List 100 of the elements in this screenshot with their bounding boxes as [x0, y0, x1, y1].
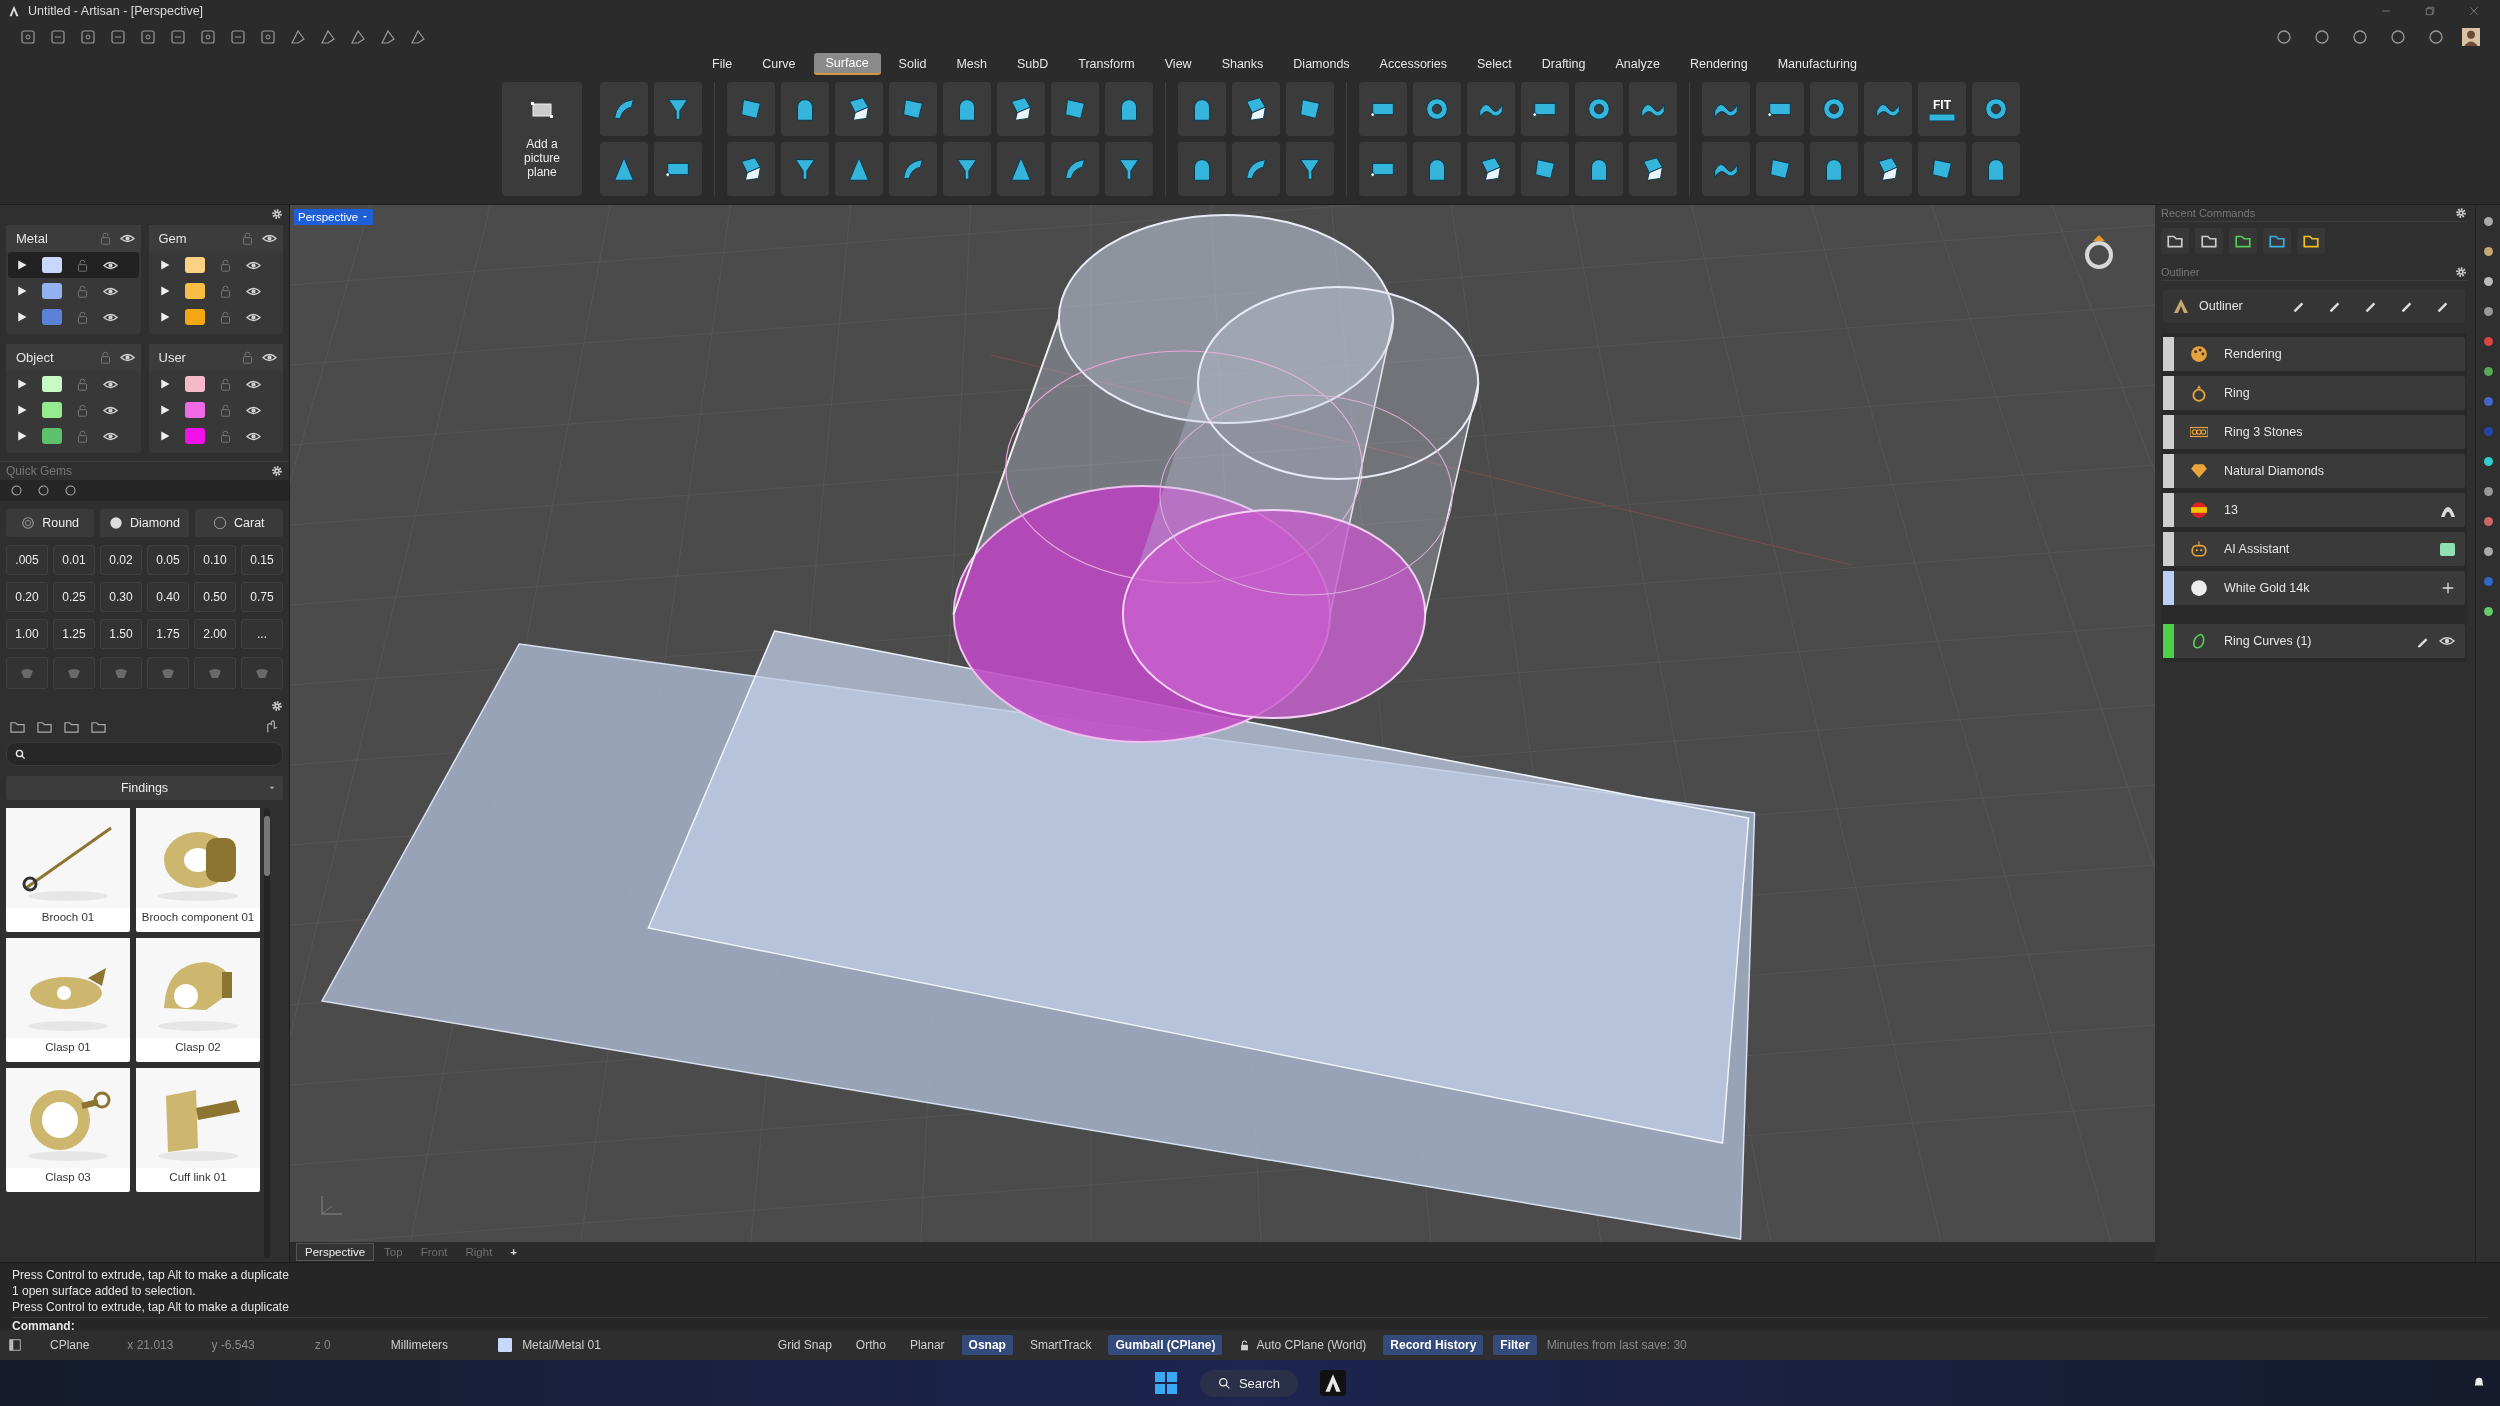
panel-icon[interactable] — [8, 1338, 22, 1352]
tool-button[interactable] — [1864, 142, 1912, 196]
tool-button[interactable] — [1702, 142, 1750, 196]
settings-icon[interactable] — [2455, 266, 2467, 278]
tool-button[interactable] — [1105, 142, 1153, 196]
size-button[interactable]: 0.10 — [194, 545, 236, 575]
toolbar-button[interactable] — [380, 29, 396, 45]
lock-icon[interactable] — [218, 258, 232, 272]
recent-command-button[interactable] — [2229, 228, 2257, 254]
library-item[interactable]: Clasp 01 — [6, 938, 130, 1062]
size-button[interactable]: 0.05 — [147, 545, 189, 575]
color-swatch[interactable] — [184, 309, 205, 325]
lock-icon[interactable] — [76, 310, 89, 324]
play-icon[interactable] — [158, 378, 171, 390]
viewport-label[interactable]: Perspective — [294, 209, 374, 225]
tool-button[interactable] — [1972, 82, 2020, 136]
status-toggle[interactable]: Ortho — [848, 1335, 893, 1355]
play-icon[interactable] — [158, 259, 171, 271]
play-icon[interactable] — [16, 259, 28, 271]
tool-button[interactable] — [1629, 82, 1677, 136]
toolbar-button[interactable] — [320, 29, 336, 45]
play-icon[interactable] — [158, 311, 171, 323]
library-item[interactable]: Clasp 02 — [136, 938, 260, 1062]
play-icon[interactable] — [16, 404, 28, 416]
settings-icon[interactable] — [2455, 207, 2467, 219]
add-view-button[interactable]: + — [502, 1244, 526, 1260]
color-swatch[interactable] — [184, 257, 205, 273]
play-icon[interactable] — [16, 285, 28, 297]
lock-icon[interactable] — [76, 403, 89, 417]
menu-tab[interactable]: View — [1152, 54, 1204, 74]
viewport-tab[interactable]: Perspective — [296, 1243, 375, 1261]
tool-button[interactable] — [1575, 82, 1623, 136]
menu-tab[interactable]: Rendering — [1678, 54, 1760, 74]
tool-button[interactable] — [1286, 82, 1334, 136]
outliner-item[interactable]: Natural Diamonds — [2163, 454, 2465, 488]
play-icon[interactable] — [16, 430, 28, 442]
tool-button[interactable] — [1918, 142, 1966, 196]
color-swatch[interactable] — [184, 376, 205, 392]
outliner-item[interactable]: Ring — [2163, 376, 2465, 410]
tool-button[interactable] — [1521, 82, 1569, 136]
tool-button[interactable] — [997, 82, 1045, 136]
tool-button[interactable] — [1105, 82, 1153, 136]
status-toggle[interactable]: Auto CPlane (World) — [1232, 1335, 1374, 1355]
layer-label[interactable]: Metal/Metal 01 — [522, 1338, 601, 1352]
tool-button[interactable] — [1756, 82, 1804, 136]
size-button[interactable]: 0.15 — [241, 545, 283, 575]
recent-command-button[interactable] — [2195, 228, 2223, 254]
size-button[interactable]: ... — [241, 619, 283, 649]
menu-tab[interactable]: Shanks — [1209, 54, 1276, 74]
tool-button[interactable] — [1413, 82, 1461, 136]
tool-button[interactable] — [835, 142, 883, 196]
tool-button[interactable] — [654, 142, 702, 196]
color-swatch[interactable] — [42, 309, 62, 325]
settings-icon[interactable] — [271, 208, 283, 220]
tool-button[interactable] — [1972, 142, 2020, 196]
picture-plane-button[interactable]: Add a picture plane — [502, 82, 582, 196]
library-item[interactable]: Clasp 03 — [6, 1068, 130, 1192]
outliner-item[interactable]: 13 — [2163, 493, 2465, 527]
tool-button[interactable] — [1629, 142, 1677, 196]
status-toggle[interactable]: Osnap — [961, 1335, 1013, 1355]
avatar-icon[interactable] — [2462, 28, 2480, 46]
tool-button[interactable] — [889, 82, 937, 136]
lock-icon[interactable] — [76, 284, 89, 298]
units-label[interactable]: Millimeters — [390, 1338, 449, 1352]
layer-row[interactable] — [8, 252, 139, 278]
toolbar-button[interactable] — [80, 29, 96, 45]
play-icon[interactable] — [16, 378, 28, 390]
menu-tab[interactable]: Drafting — [1529, 54, 1598, 74]
tool-button[interactable] — [1413, 142, 1461, 196]
outliner-item[interactable]: Ring Curves (1) — [2163, 624, 2465, 658]
menu-tab[interactable]: Select — [1465, 54, 1524, 74]
cplane-label[interactable]: CPlane — [50, 1338, 90, 1352]
lock-icon[interactable] — [218, 284, 232, 298]
cut-dropdown[interactable]: Round — [6, 509, 95, 537]
recent-command-button[interactable] — [2297, 228, 2325, 254]
size-button[interactable]: 0.50 — [194, 582, 236, 612]
color-swatch[interactable] — [2440, 542, 2455, 556]
tool-button[interactable] — [997, 142, 1045, 196]
size-button[interactable]: 2.00 — [194, 619, 236, 649]
tool-button[interactable] — [600, 142, 648, 196]
tool-button[interactable] — [1467, 142, 1515, 196]
play-icon[interactable] — [158, 404, 171, 416]
tool-button[interactable] — [727, 142, 775, 196]
tool-button[interactable] — [781, 82, 829, 136]
color-swatch[interactable] — [42, 257, 62, 273]
size-button[interactable]: 0.25 — [53, 582, 95, 612]
lock-icon[interactable] — [76, 377, 89, 391]
tool-button[interactable] — [1286, 142, 1334, 196]
size-button[interactable]: 0.01 — [53, 545, 95, 575]
size-button[interactable]: 0.75 — [241, 582, 283, 612]
tool-button[interactable] — [654, 82, 702, 136]
lock-icon[interactable] — [218, 403, 232, 417]
app-icon[interactable] — [1320, 1370, 1347, 1396]
size-button[interactable]: 0.40 — [147, 582, 189, 612]
outliner-item[interactable]: Ring 3 Stones — [2163, 415, 2465, 449]
library-item[interactable]: Brooch component 01 — [136, 808, 260, 932]
unit-dropdown[interactable]: Carat — [194, 509, 283, 537]
bell-icon[interactable] — [2472, 1375, 2486, 1389]
lock-icon[interactable] — [218, 429, 232, 443]
hand-icon[interactable] — [264, 719, 279, 734]
